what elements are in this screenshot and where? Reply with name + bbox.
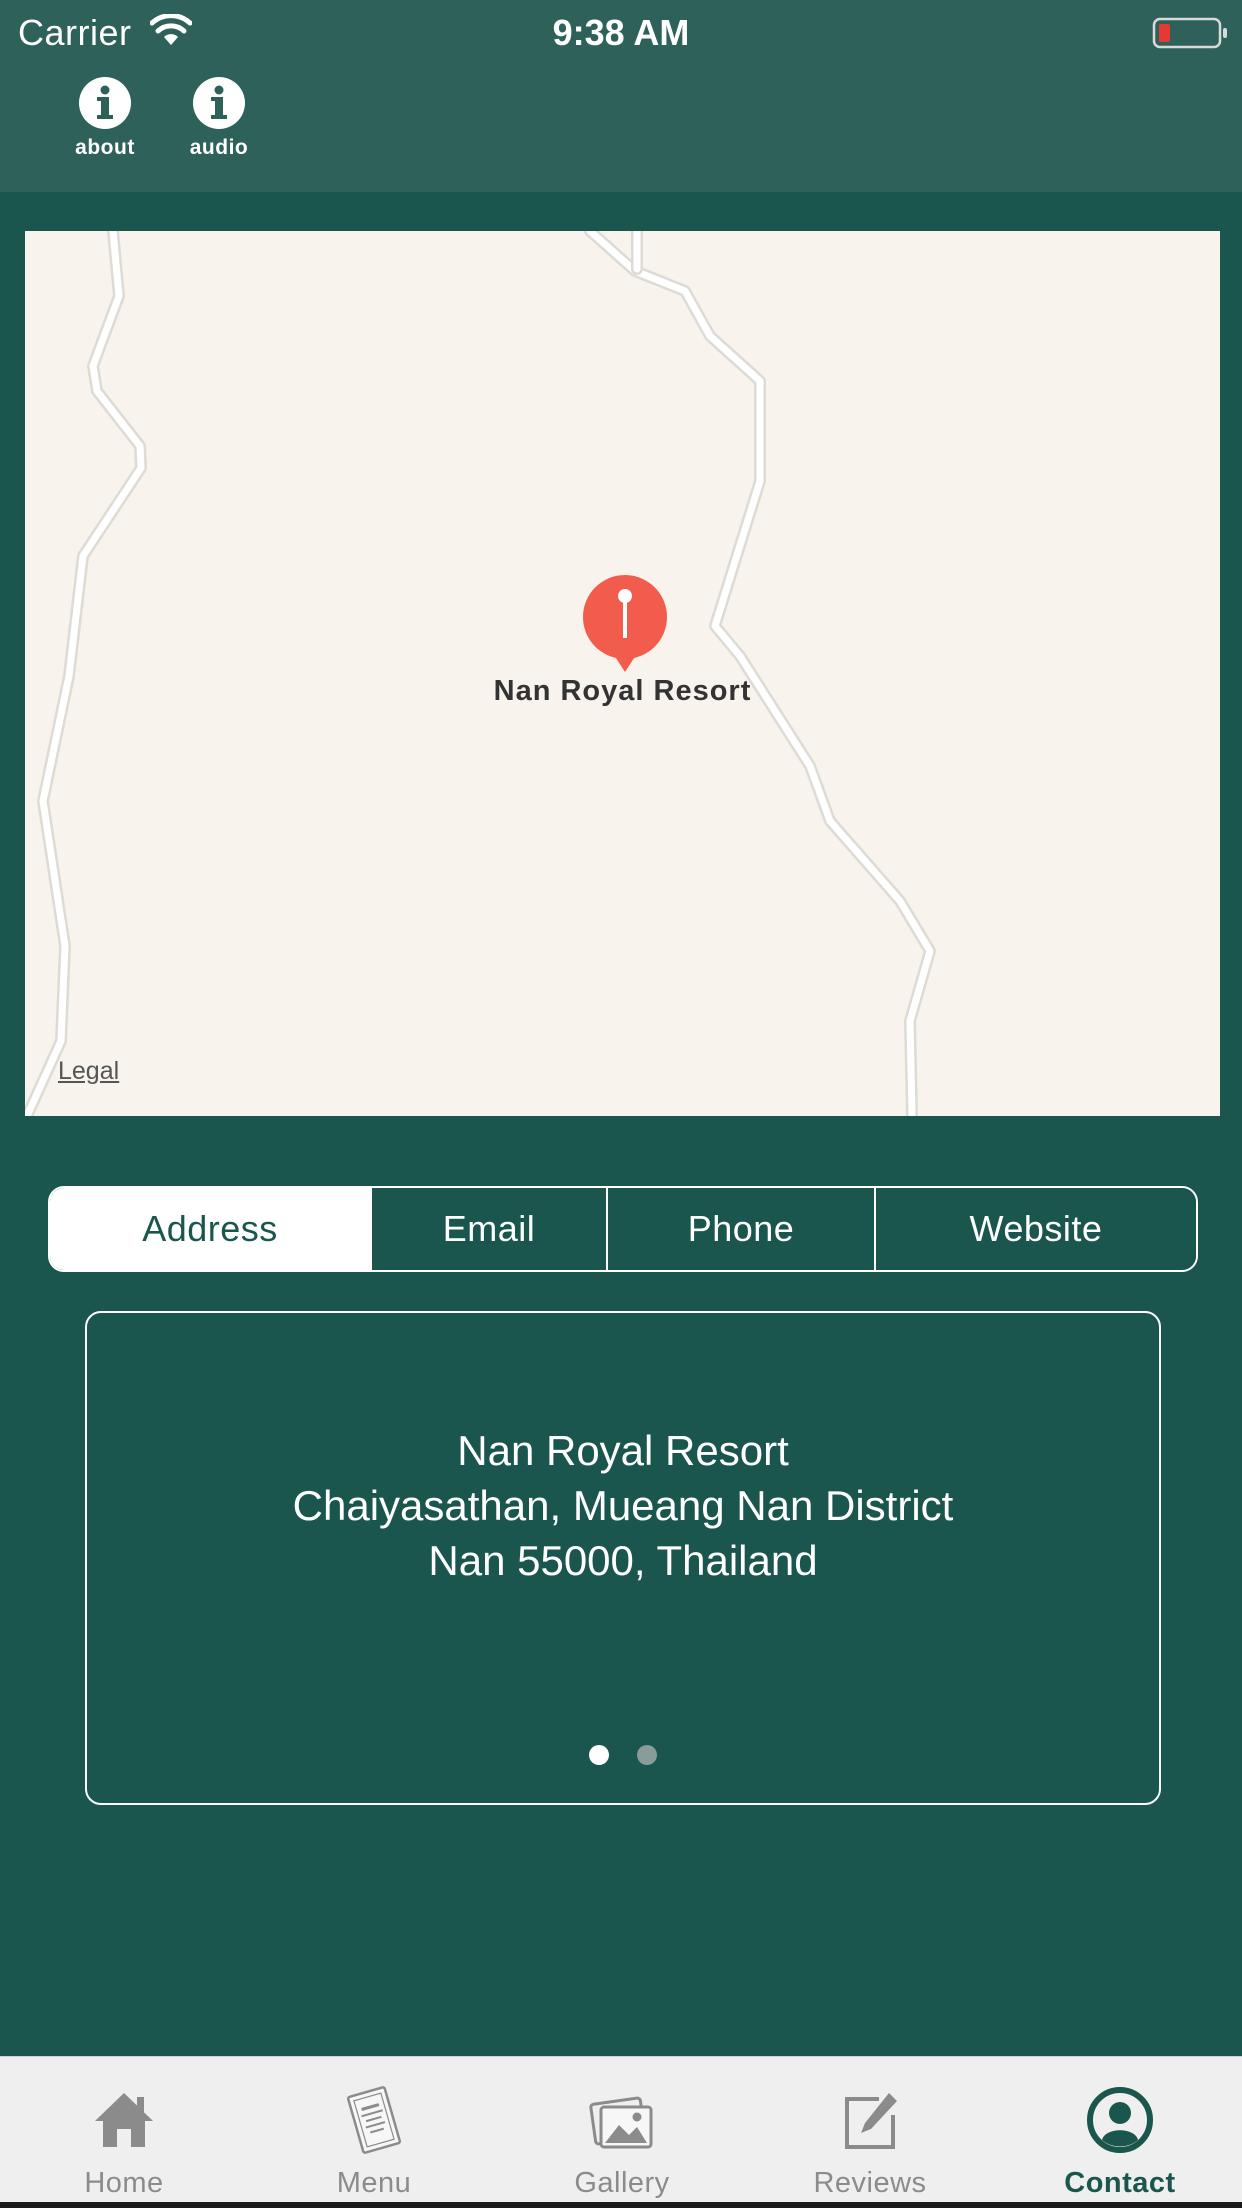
- info-icon: [79, 77, 131, 129]
- tab-bar: Home Menu Gallery Reviews Contact: [0, 2056, 1242, 2208]
- tab-reviews[interactable]: Reviews: [770, 2057, 970, 2208]
- tab-home-label: Home: [84, 2167, 164, 2199]
- gallery-icon: [589, 2096, 653, 2149]
- status-bar: Carrier 9:38 AM: [0, 0, 1242, 66]
- page-dot-active[interactable]: [589, 1745, 609, 1765]
- about-label: about: [75, 136, 135, 159]
- address-text: Nan Royal Resort Chaiyasathan, Mueang Na…: [87, 1423, 1159, 1588]
- map-view[interactable]: Nan Royal Resort Legal: [25, 231, 1220, 1116]
- audio-button[interactable]: audio: [164, 76, 274, 160]
- map-pin-label: Nan Royal Resort: [493, 675, 752, 707]
- audio-label: audio: [189, 136, 249, 159]
- page-dot[interactable]: [637, 1745, 657, 1765]
- top-bar: Carrier 9:38 AM about audio: [0, 0, 1242, 192]
- tab-menu[interactable]: Menu: [274, 2057, 474, 2208]
- menu-card-icon: [346, 2086, 402, 2154]
- address-line: Nan Royal Resort: [457, 1427, 789, 1474]
- tab-gallery-label: Gallery: [574, 2167, 670, 2199]
- about-button[interactable]: about: [50, 76, 160, 160]
- segment-website[interactable]: Website: [876, 1188, 1196, 1270]
- edit-icon: [845, 2093, 897, 2149]
- tab-gallery[interactable]: Gallery: [522, 2057, 722, 2208]
- segment-phone[interactable]: Phone: [608, 1188, 876, 1270]
- page-indicator[interactable]: [87, 1745, 1159, 1765]
- clock: 9:38 AM: [552, 12, 690, 53]
- bottom-edge: [0, 2202, 1242, 2208]
- map-legal-link[interactable]: Legal: [58, 1057, 119, 1086]
- address-card[interactable]: Nan Royal Resort Chaiyasathan, Mueang Na…: [85, 1311, 1161, 1805]
- tab-menu-label: Menu: [336, 2167, 412, 2199]
- battery-icon: [1152, 17, 1227, 49]
- address-line: Nan 55000, Thailand: [428, 1537, 818, 1584]
- address-line: Chaiyasathan, Mueang Nan District: [292, 1482, 954, 1529]
- home-icon: [95, 2093, 153, 2147]
- contact-segmented-control: Address Email Phone Website: [48, 1186, 1198, 1272]
- contact-icon: [1087, 2087, 1153, 2153]
- location-pin-icon[interactable]: [580, 572, 670, 676]
- tab-contact-label: Contact: [1064, 2167, 1176, 2199]
- segment-address[interactable]: Address: [50, 1188, 372, 1270]
- segment-email[interactable]: Email: [372, 1188, 608, 1270]
- tab-reviews-label: Reviews: [813, 2167, 927, 2199]
- tab-contact[interactable]: Contact: [1020, 2057, 1220, 2208]
- tab-home[interactable]: Home: [24, 2057, 224, 2208]
- info-icon: [193, 77, 245, 129]
